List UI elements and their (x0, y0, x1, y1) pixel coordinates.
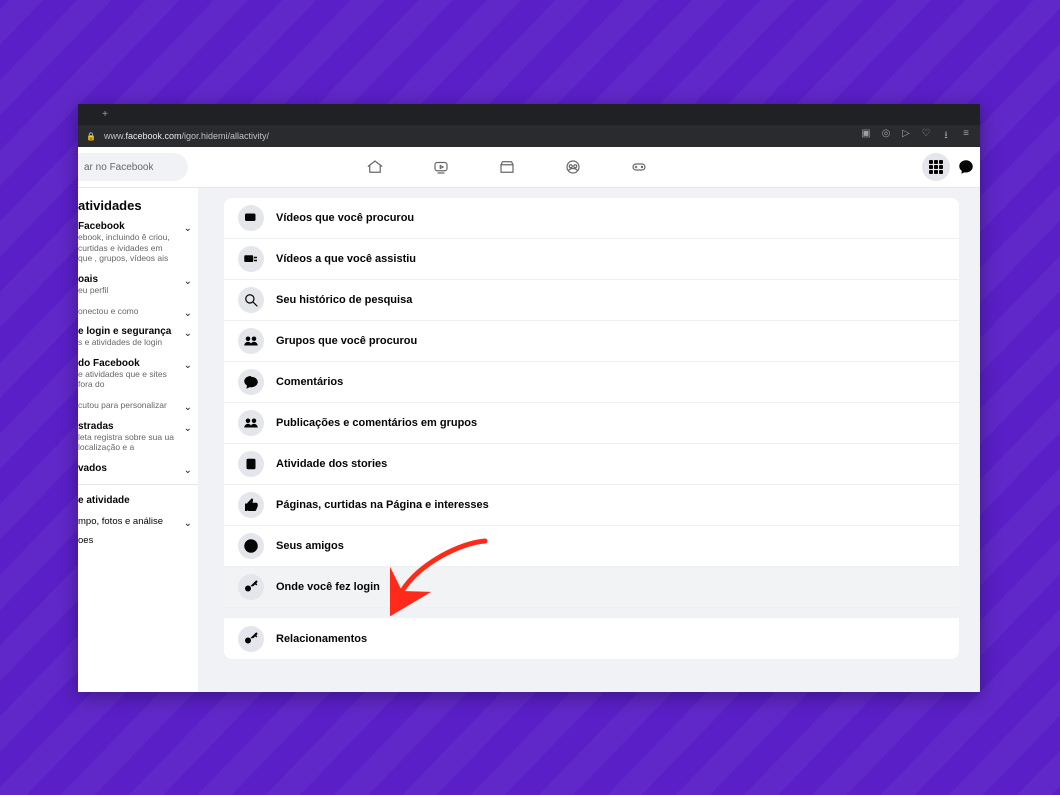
browser-tabstrip: + (78, 104, 980, 125)
sidebar-link-options[interactable]: oes (78, 535, 190, 546)
sidebar-item-personal[interactable]: oais eu perfil ⌄ (78, 274, 190, 296)
activity-list-card: Vídeos que você procurou Vídeos a que vo… (224, 198, 959, 659)
chevron-down-icon: ⌄ (184, 308, 192, 319)
home-icon[interactable] (364, 156, 386, 178)
search-placeholder: ar no Facebook (84, 162, 154, 173)
sidebar-item-facebook[interactable]: Facebook ebook, incluindo ê criou, curti… (78, 221, 190, 264)
row-pages-likes[interactable]: Páginas, curtidas na Página e interesses (224, 485, 959, 526)
row-videos-watched[interactable]: Vídeos a que você assistiu (224, 239, 959, 280)
browser-extension-icons: ▣ ◎ ▷ ♡ ⭳ ≡ (860, 128, 972, 145)
sidebar-item-security[interactable]: e login e segurança s e atividades de lo… (78, 326, 190, 348)
row-videos-searched[interactable]: Vídeos que você procurou (224, 198, 959, 239)
browser-window: + 🔒 www.facebook.com/igor.hidemi/allacti… (78, 104, 980, 692)
new-tab-button[interactable]: + (98, 108, 112, 122)
gaming-icon[interactable] (628, 156, 650, 178)
row-stories-activity[interactable]: Atividade dos stories (224, 444, 959, 485)
like-icon (238, 492, 264, 518)
marketplace-icon[interactable] (496, 156, 518, 178)
browser-address-bar: 🔒 www.facebook.com/igor.hidemi/allactivi… (78, 125, 980, 147)
row-relationships[interactable]: Relacionamentos (224, 618, 959, 659)
sidebar-title: atividades (78, 198, 190, 213)
chevron-down-icon: ⌄ (184, 276, 192, 287)
video-play-icon (238, 246, 264, 272)
ext-icon[interactable]: ⭳ (940, 128, 952, 145)
watch-icon[interactable] (430, 156, 452, 178)
facebook-header: ar no Facebook (78, 147, 980, 188)
lock-icon: 🔒 (86, 132, 96, 141)
url-path: /igor.hidemi/allactivity/ (182, 131, 270, 141)
chevron-down-icon: ⌄ (184, 328, 192, 339)
activity-log-sidebar: atividades Facebook ebook, incluindo ê c… (78, 188, 198, 692)
menu-grid-button[interactable] (922, 153, 950, 181)
ext-icon[interactable]: ▣ (860, 128, 872, 145)
row-comments[interactable]: Comentários (224, 362, 959, 403)
chevron-down-icon: ⌄ (184, 360, 192, 371)
list-gap (224, 608, 959, 618)
sidebar-link-archive[interactable]: mpo, fotos e análise ⌄ (78, 516, 190, 527)
url-text[interactable]: www.facebook.com/igor.hidemi/allactivity… (104, 131, 852, 141)
search-input[interactable]: ar no Facebook (78, 153, 188, 181)
groups-icon[interactable] (562, 156, 584, 178)
top-nav (348, 147, 880, 187)
sidebar-link-activity[interactable]: e atividade (78, 495, 190, 506)
search-icon (238, 287, 264, 313)
sidebar-item-preferences[interactable]: cutou para personalizar ⌄ (78, 400, 190, 411)
header-right (922, 153, 976, 181)
chevron-down-icon: ⌄ (184, 465, 192, 476)
ext-icon[interactable]: ≡ (960, 128, 972, 145)
menu-grid-icon (929, 160, 943, 174)
row-friends[interactable]: Seus amigos (224, 526, 959, 567)
key-icon (238, 626, 264, 652)
row-where-logged-in[interactable]: Onde você fez login (224, 567, 959, 608)
ext-icon[interactable]: ▷ (900, 128, 912, 145)
chevron-down-icon: ⌄ (184, 423, 192, 434)
url-host: facebook.com (125, 131, 181, 141)
ext-icon[interactable]: ◎ (880, 128, 892, 145)
chevron-down-icon: ⌄ (184, 402, 192, 413)
messenger-icon[interactable] (956, 153, 976, 181)
row-group-posts[interactable]: Publicações e comentários em grupos (224, 403, 959, 444)
chevron-down-icon: ⌄ (184, 518, 192, 529)
page-body: atividades Facebook ebook, incluindo ê c… (78, 188, 980, 692)
key-icon (238, 574, 264, 600)
sidebar-item-off-facebook[interactable]: do Facebook e atividades que e sites for… (78, 358, 190, 390)
video-search-icon (238, 205, 264, 231)
stories-icon (238, 451, 264, 477)
comment-icon (238, 369, 264, 395)
sidebar-item-connections[interactable]: onectou e como ⌄ (78, 306, 190, 317)
chevron-down-icon: ⌄ (184, 223, 192, 234)
sidebar-item-logged-info[interactable]: stradas leta registra sobre sua ua local… (78, 421, 190, 453)
url-prefix: www. (104, 131, 126, 141)
ext-icon[interactable]: ♡ (920, 128, 932, 145)
main-content: Vídeos que você procurou Vídeos a que vo… (198, 188, 980, 692)
row-search-history[interactable]: Seu histórico de pesquisa (224, 280, 959, 321)
facebook-icon (238, 533, 264, 559)
sidebar-separator (78, 484, 198, 485)
groups-icon (238, 328, 264, 354)
row-groups-searched[interactable]: Grupos que você procurou (224, 321, 959, 362)
sidebar-item-archived[interactable]: vados ⌄ (78, 463, 190, 474)
groups-icon (238, 410, 264, 436)
